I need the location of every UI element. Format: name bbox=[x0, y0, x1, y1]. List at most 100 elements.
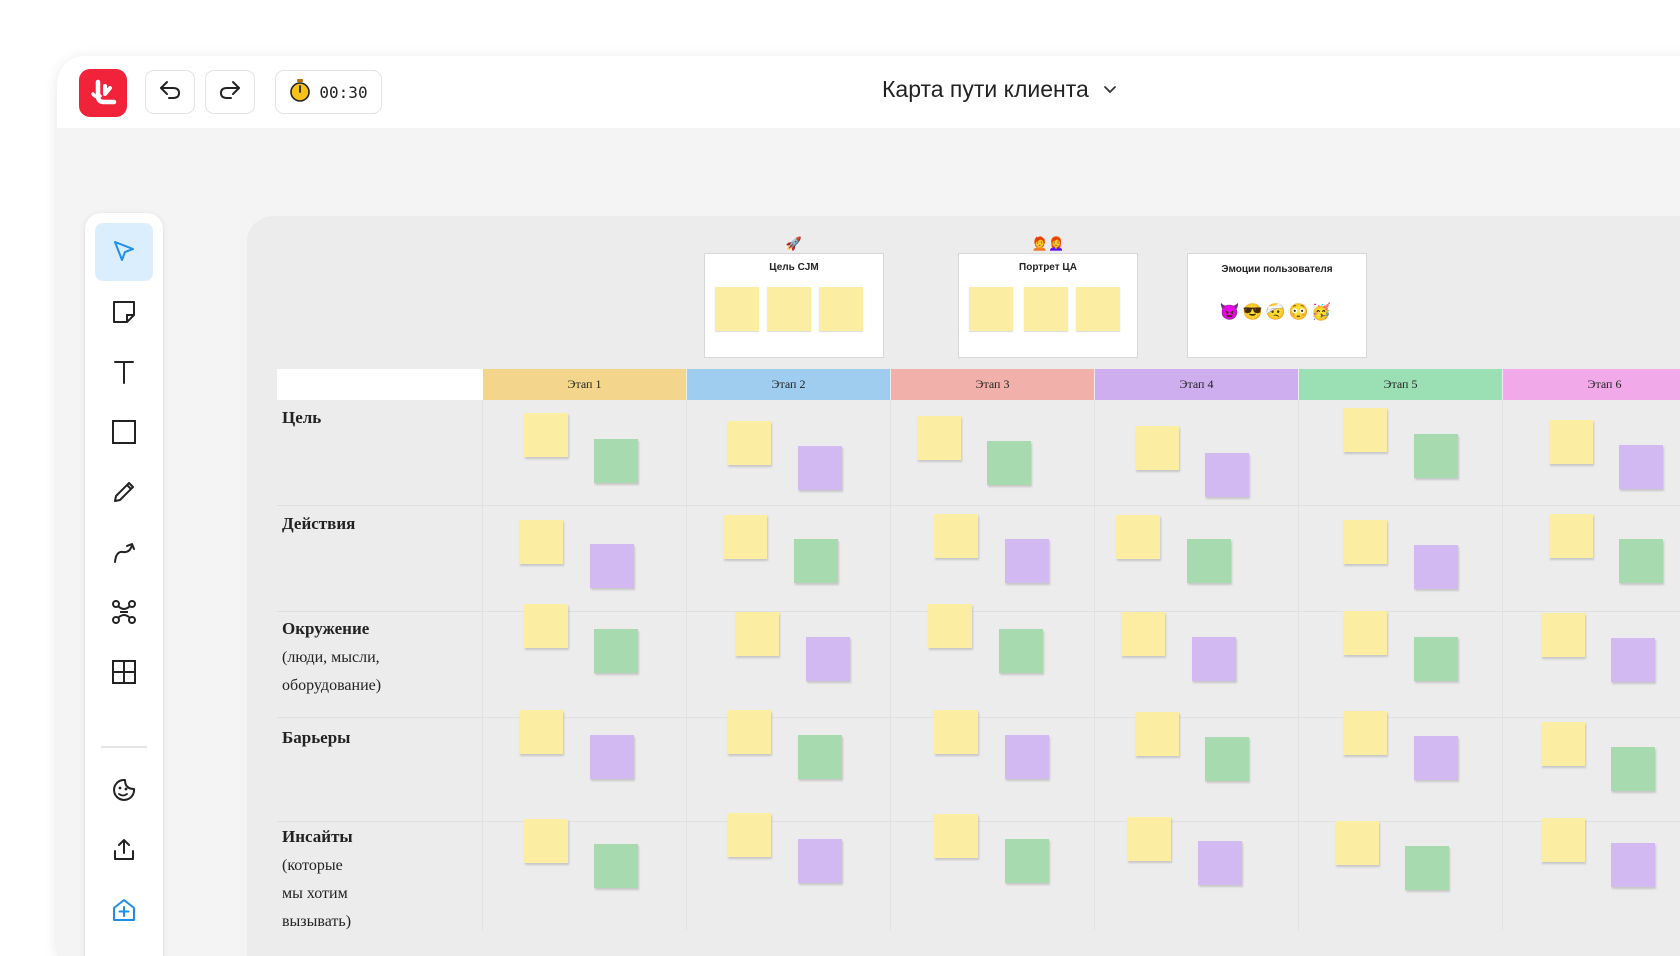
frame-cjm-goal[interactable]: 🚀 Цель CJM bbox=[704, 236, 884, 358]
sticky-note[interactable] bbox=[519, 710, 563, 754]
people-icon: 🧑‍🦰👩‍🦰 bbox=[1031, 236, 1065, 251]
sticky-note[interactable] bbox=[1135, 712, 1179, 756]
sticky-note[interactable] bbox=[1414, 434, 1458, 478]
redo-button[interactable] bbox=[205, 70, 255, 114]
sticky-note[interactable] bbox=[798, 446, 842, 490]
sticky-note[interactable] bbox=[969, 287, 1013, 331]
sticky-note[interactable] bbox=[1127, 817, 1171, 861]
sticky-note[interactable] bbox=[1343, 611, 1387, 655]
top-bar: 00:30 Карта пути клиента bbox=[57, 56, 1680, 128]
board-canvas[interactable]: 🚀 Цель CJM 🧑‍🦰👩‍🦰 Портрет ЦА Эмоции поль… bbox=[247, 216, 1680, 956]
sticky-note[interactable] bbox=[1611, 638, 1655, 682]
sticky-note[interactable] bbox=[1187, 539, 1231, 583]
sticky-note[interactable] bbox=[1541, 613, 1585, 657]
emoji-stickers[interactable]: 😈😎🤕😳🥳 bbox=[1188, 302, 1366, 322]
sticky-note[interactable] bbox=[1619, 445, 1663, 489]
connector-tool[interactable] bbox=[95, 523, 153, 581]
sticky-note[interactable] bbox=[1335, 821, 1379, 865]
sticky-note[interactable] bbox=[524, 413, 568, 457]
timer-button[interactable]: 00:30 bbox=[275, 70, 382, 114]
sticky-note[interactable] bbox=[999, 629, 1043, 673]
sticky-note[interactable] bbox=[1205, 453, 1249, 497]
brand-logo-icon[interactable] bbox=[79, 69, 127, 117]
sticky-note[interactable] bbox=[1619, 539, 1663, 583]
row-divider bbox=[277, 505, 1680, 506]
sticky-note[interactable] bbox=[594, 439, 638, 483]
add-template-tool[interactable] bbox=[95, 881, 153, 939]
table-tool[interactable] bbox=[95, 643, 153, 701]
sticky-note[interactable] bbox=[1024, 287, 1068, 331]
sticky-note[interactable] bbox=[727, 421, 771, 465]
stage-header-3: Этап 3 bbox=[891, 369, 1094, 400]
sticky-note[interactable] bbox=[590, 735, 634, 779]
sticky-note[interactable] bbox=[1611, 747, 1655, 791]
sticky-note[interactable] bbox=[1414, 637, 1458, 681]
board-title[interactable]: Карта пути клиента bbox=[882, 76, 1117, 103]
sticky-note-tool[interactable] bbox=[95, 283, 153, 341]
mindmap-tool[interactable] bbox=[95, 583, 153, 641]
shape-tool[interactable] bbox=[95, 403, 153, 461]
mindmap-icon bbox=[112, 600, 136, 624]
sticky-note[interactable] bbox=[1005, 735, 1049, 779]
text-tool[interactable] bbox=[95, 343, 153, 401]
sticky-note[interactable] bbox=[1405, 846, 1449, 890]
cursor-icon bbox=[114, 241, 134, 261]
sticky-note[interactable] bbox=[819, 287, 863, 331]
column-divider bbox=[1298, 400, 1299, 930]
sticky-note[interactable] bbox=[1343, 408, 1387, 452]
sticky-note[interactable] bbox=[934, 710, 978, 754]
sticky-note[interactable] bbox=[928, 604, 972, 648]
sticky-note[interactable] bbox=[1121, 612, 1165, 656]
sticker-tool[interactable] bbox=[95, 761, 153, 819]
sticky-note[interactable] bbox=[1549, 514, 1593, 558]
sticky-note[interactable] bbox=[715, 287, 759, 331]
sticky-note[interactable] bbox=[524, 604, 568, 648]
sticky-note[interactable] bbox=[934, 514, 978, 558]
sticky-note[interactable] bbox=[1005, 539, 1049, 583]
sticky-note[interactable] bbox=[735, 612, 779, 656]
table-corner bbox=[277, 369, 483, 400]
sticky-note[interactable] bbox=[1549, 420, 1593, 464]
frame-audience-portrait[interactable]: 🧑‍🦰👩‍🦰 Портрет ЦА bbox=[958, 236, 1138, 358]
sticky-note[interactable] bbox=[723, 515, 767, 559]
sticky-note[interactable] bbox=[917, 416, 961, 460]
page-title: Карта пути клиента bbox=[882, 76, 1089, 102]
sticky-note[interactable] bbox=[519, 520, 563, 564]
column-divider bbox=[686, 400, 687, 930]
sticky-note[interactable] bbox=[1414, 545, 1458, 589]
sticky-note[interactable] bbox=[590, 544, 634, 588]
sticky-note[interactable] bbox=[1198, 841, 1242, 885]
sticky-note[interactable] bbox=[1192, 637, 1236, 681]
sticky-note[interactable] bbox=[1611, 843, 1655, 887]
frame-user-emotions[interactable]: Эмоции пользователя 😈😎🤕😳🥳 bbox=[1187, 253, 1367, 358]
sticky-note[interactable] bbox=[727, 710, 771, 754]
sticky-note[interactable] bbox=[1541, 818, 1585, 862]
stage-header-5: Этап 5 bbox=[1299, 369, 1502, 400]
sticky-note[interactable] bbox=[934, 814, 978, 858]
sticky-note[interactable] bbox=[727, 813, 771, 857]
sticky-note[interactable] bbox=[1116, 515, 1160, 559]
sticky-note[interactable] bbox=[1005, 839, 1049, 883]
sticky-note[interactable] bbox=[524, 819, 568, 863]
sticky-note[interactable] bbox=[798, 839, 842, 883]
sticky-note[interactable] bbox=[767, 287, 811, 331]
sticky-note[interactable] bbox=[1343, 711, 1387, 755]
sticky-note[interactable] bbox=[798, 735, 842, 779]
pen-tool[interactable] bbox=[95, 463, 153, 521]
undo-button[interactable] bbox=[145, 70, 195, 114]
sticky-note[interactable] bbox=[1076, 287, 1120, 331]
sticky-note[interactable] bbox=[1343, 520, 1387, 564]
sticky-note[interactable] bbox=[1135, 426, 1179, 470]
sticky-note[interactable] bbox=[1541, 722, 1585, 766]
column-divider bbox=[890, 400, 891, 930]
upload-tool[interactable] bbox=[95, 821, 153, 879]
sticky-note[interactable] bbox=[794, 539, 838, 583]
sticky-note[interactable] bbox=[1414, 736, 1458, 780]
sticky-note[interactable] bbox=[594, 629, 638, 673]
sticky-note[interactable] bbox=[987, 441, 1031, 485]
sticky-note[interactable] bbox=[806, 637, 850, 681]
redo-icon bbox=[218, 79, 242, 106]
sticky-note[interactable] bbox=[594, 844, 638, 888]
sticky-note[interactable] bbox=[1205, 737, 1249, 781]
select-tool[interactable] bbox=[95, 223, 153, 281]
